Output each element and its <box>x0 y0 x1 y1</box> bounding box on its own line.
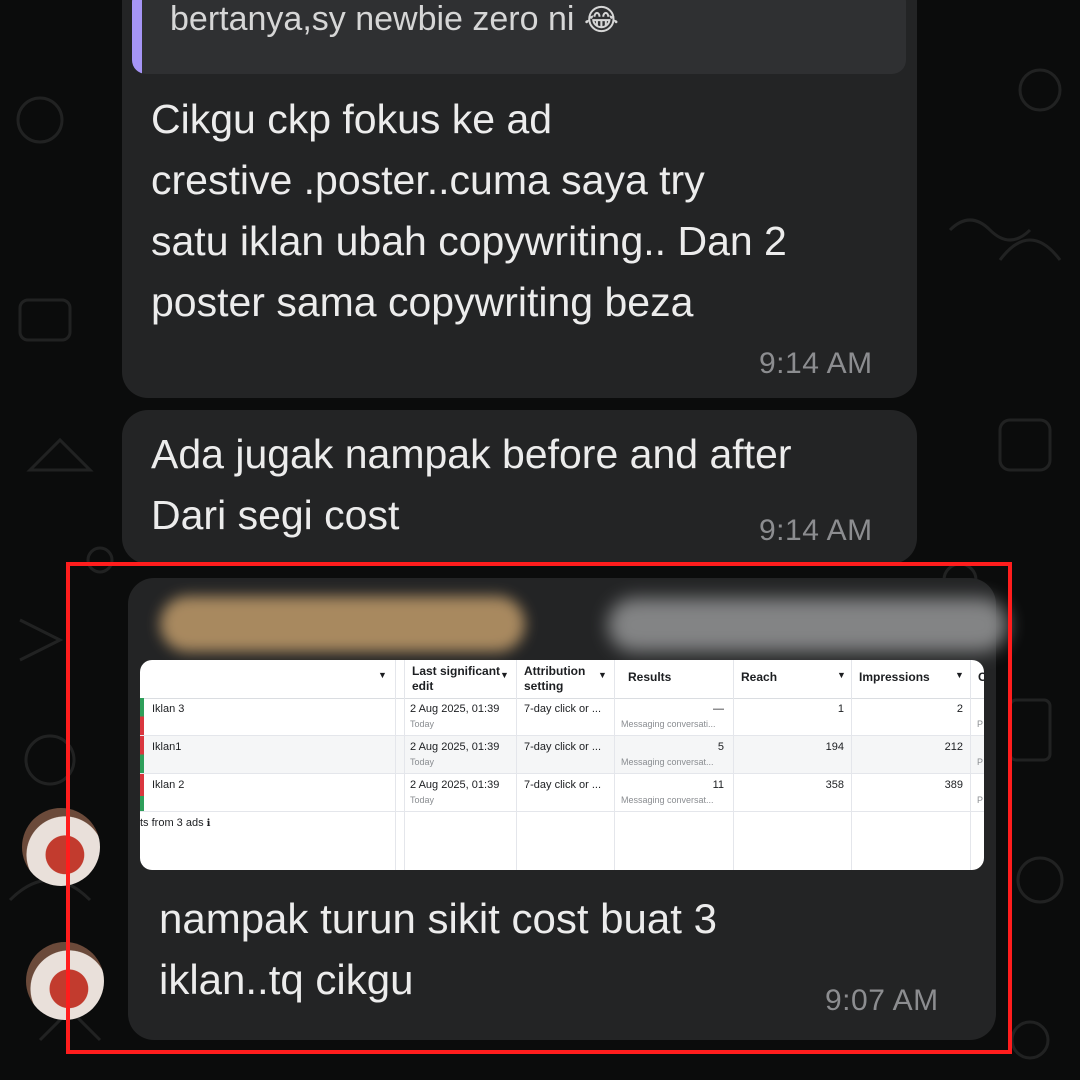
message-time-2: 9:14 AM <box>759 514 873 547</box>
message-text-1: Cikgu ckp fokus ke ad crestive .poster..… <box>151 96 787 325</box>
laughing-emoji-icon: 😂 <box>583 4 619 37</box>
message-time-1: 9:14 AM <box>759 347 873 380</box>
quoted-reply[interactable]: bertanya,sy newbie zero ni 😂 <box>132 0 906 74</box>
quoted-reply-text: bertanya,sy newbie zero ni <box>170 0 575 38</box>
quote-accent-bar <box>132 0 142 74</box>
message-text-2: Ada jugak nampak before and after Dari s… <box>151 431 792 538</box>
highlight-frame <box>66 562 1012 1054</box>
